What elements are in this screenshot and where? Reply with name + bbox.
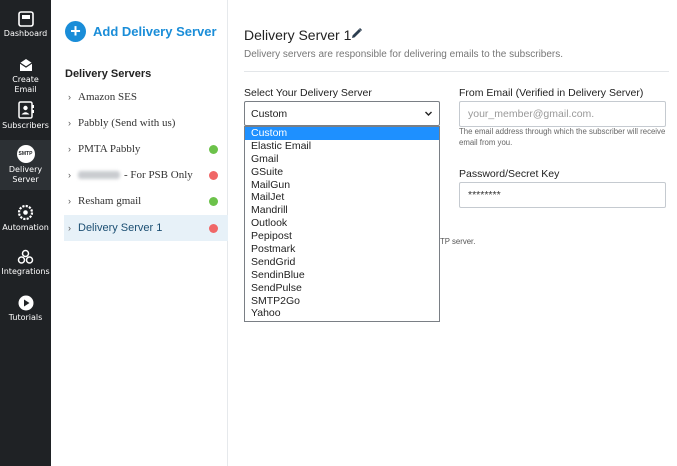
server-item-delivery-server-1[interactable]: › Delivery Server 1 — [64, 215, 228, 241]
nav-create-email-label: Create Email — [12, 75, 39, 94]
from-email-label: From Email (Verified in Delivery Server) — [459, 87, 644, 99]
status-dot-red — [209, 170, 218, 180]
nav-delivery-server[interactable]: SMTP Delivery Server — [0, 140, 51, 190]
chevron-down-icon — [425, 111, 432, 116]
option-mandrill[interactable]: Mandrill — [245, 204, 439, 217]
chevron-right-icon: › — [68, 170, 71, 180]
nav-integrations-label: Integrations — [1, 267, 50, 276]
chevron-right-icon: › — [68, 223, 71, 233]
option-custom[interactable]: Custom — [245, 127, 439, 140]
gear-icon — [17, 204, 34, 221]
server-item-label: - For PSB Only — [124, 169, 193, 181]
server-item-resham-gmail[interactable]: › Resham gmail — [64, 188, 228, 214]
password-label: Password/Secret Key — [459, 168, 560, 180]
server-item-label: Delivery Server 1 — [78, 222, 163, 234]
server-item-label: PMTA Pabbly — [78, 143, 141, 155]
from-email-placeholder: your_member@gmail.com. — [468, 108, 595, 120]
server-item-label: Amazon SES — [78, 91, 137, 103]
chevron-right-icon: › — [68, 196, 71, 206]
chevron-right-icon: › — [68, 144, 71, 154]
option-elastic-email[interactable]: Elastic Email — [245, 140, 439, 153]
plus-icon: + — [65, 21, 86, 42]
nav-dashboard-label: Dashboard — [3, 29, 48, 38]
pencil-icon[interactable] — [350, 27, 363, 40]
server-item-label: Resham gmail — [78, 195, 142, 207]
delivery-servers-heading: Delivery Servers — [65, 68, 152, 80]
add-delivery-server-label: Add Delivery Server — [93, 24, 217, 39]
nav-tutorials-label: Tutorials — [8, 313, 43, 322]
option-sendinblue[interactable]: SendinBlue — [245, 269, 439, 282]
option-sendpulse[interactable]: SendPulse — [245, 282, 439, 295]
nav-subscribers[interactable]: Subscribers — [0, 101, 51, 131]
option-gsuite[interactable]: GSuite — [245, 166, 439, 179]
subscribers-icon — [17, 101, 34, 119]
nav-dashboard[interactable]: Dashboard — [0, 11, 51, 39]
from-email-field[interactable]: your_member@gmail.com. — [459, 101, 666, 127]
option-mailjet[interactable]: MailJet — [245, 191, 439, 204]
option-postmark[interactable]: Postmark — [245, 243, 439, 256]
chevron-right-icon: › — [68, 118, 71, 128]
server-item-psb-only[interactable]: › - For PSB Only — [64, 162, 228, 188]
nav-create-email[interactable]: Create Email — [0, 57, 51, 95]
from-email-help: The email address through which the subs… — [459, 127, 666, 147]
smtp-icon: SMTP — [16, 145, 35, 163]
divider — [244, 71, 669, 72]
status-dot-green — [209, 144, 218, 154]
option-outlook[interactable]: Outlook — [245, 217, 439, 230]
option-mailgun[interactable]: MailGun — [245, 179, 439, 192]
password-field[interactable]: ******** — [459, 182, 666, 208]
option-pepipost[interactable]: Pepipost — [245, 230, 439, 243]
page-title: Delivery Server 1 — [244, 27, 352, 43]
envelope-icon — [19, 59, 32, 71]
status-dot-red — [209, 223, 218, 233]
nav-delivery-server-label: Delivery Server — [8, 165, 43, 184]
main-content: Delivery Server 1 Delivery servers are r… — [228, 0, 677, 466]
page-subtitle: Delivery servers are responsible for del… — [244, 49, 564, 60]
select-value: Custom — [251, 108, 288, 120]
nav-integrations[interactable]: Integrations — [0, 249, 51, 277]
delivery-server-options: Custom Elastic Email Gmail GSuite MailGu… — [244, 126, 440, 322]
chevron-right-icon: › — [68, 92, 71, 102]
delivery-server-select[interactable]: Custom — [244, 101, 440, 126]
server-item-label: Pabbly (Send with us) — [78, 117, 176, 129]
option-gmail[interactable]: Gmail — [245, 153, 439, 166]
icon-rail: Dashboard Create Email Subscribers SMTP … — [0, 0, 51, 466]
nav-subscribers-label: Subscribers — [2, 121, 49, 130]
server-list-panel: + Add Delivery Server Delivery Servers ›… — [51, 0, 228, 466]
nav-automation-label: Automation — [2, 223, 49, 232]
obscured-help-text: TP server. — [440, 237, 476, 246]
redacted-text — [78, 171, 120, 180]
select-server-label: Select Your Delivery Server — [244, 87, 372, 99]
add-delivery-server-button[interactable]: + Add Delivery Server — [65, 21, 217, 42]
play-icon — [18, 295, 33, 311]
nav-automation[interactable]: Automation — [0, 204, 51, 233]
integrations-icon — [17, 249, 34, 264]
status-dot-green — [209, 196, 218, 206]
option-yahoo[interactable]: Yahoo — [245, 307, 439, 320]
server-item-amazon-ses[interactable]: › Amazon SES — [64, 84, 228, 110]
dashboard-icon — [17, 11, 34, 27]
option-smtp2go[interactable]: SMTP2Go — [245, 295, 439, 308]
password-value: ******** — [468, 189, 501, 201]
server-item-pmta-pabbly[interactable]: › PMTA Pabbly — [64, 136, 228, 162]
server-item-pabbly[interactable]: › Pabbly (Send with us) — [64, 110, 228, 136]
nav-tutorials[interactable]: Tutorials — [0, 295, 51, 323]
option-sendgrid[interactable]: SendGrid — [245, 256, 439, 269]
